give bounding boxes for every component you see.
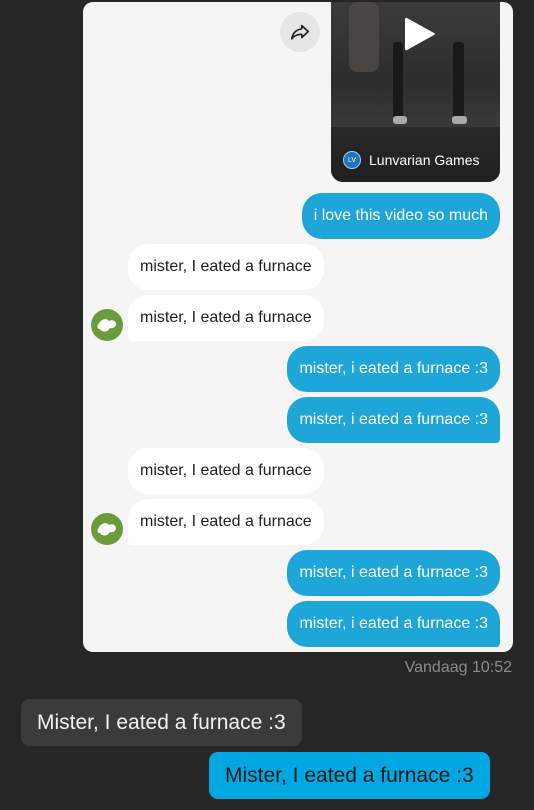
message-bubble-received: mister, I eated a furnace [128, 295, 324, 341]
message-timestamp: Vandaag 10:52 [404, 659, 512, 676]
video-thumbnail[interactable]: LV Lunvarian Games [331, 2, 500, 182]
green-avatar-icon [91, 309, 123, 341]
green-avatar-icon [91, 513, 123, 545]
message-bubble-sent: i love this video so much [301, 193, 500, 239]
message-bubble-sent: mister, i eated a furnace :3 [287, 346, 500, 392]
video-channel[interactable]: LV Lunvarian Games [343, 151, 480, 169]
chat-message-sent[interactable]: Mister, I eated a furnace :3 [209, 752, 490, 799]
share-arrow-icon [290, 24, 310, 40]
message-bubble-sent: mister, i eated a furnace :3 [287, 550, 500, 596]
video-shoe-left [393, 116, 407, 124]
message-bubble-sent: mister, i eated a furnace :3 [287, 397, 500, 443]
message-bubble-received: mister, I eated a furnace [128, 448, 324, 494]
share-button[interactable] [280, 12, 320, 52]
message-bubble-sent: mister, i eated a furnace :3 [287, 601, 500, 647]
video-shoe-right [452, 116, 467, 124]
channel-name: Lunvarian Games [369, 152, 480, 168]
channel-logo-icon: LV [343, 151, 361, 169]
video-figure [349, 2, 379, 72]
message-bubble-received: mister, I eated a furnace [128, 244, 324, 290]
chat-message-received[interactable]: Mister, I eated a furnace :3 [21, 699, 302, 746]
video-leg-right [453, 42, 464, 120]
play-icon[interactable] [401, 14, 437, 54]
shared-screenshot-image[interactable]: LV Lunvarian Games i love this video so … [83, 2, 513, 652]
message-bubble-received: mister, I eated a furnace [128, 499, 324, 545]
